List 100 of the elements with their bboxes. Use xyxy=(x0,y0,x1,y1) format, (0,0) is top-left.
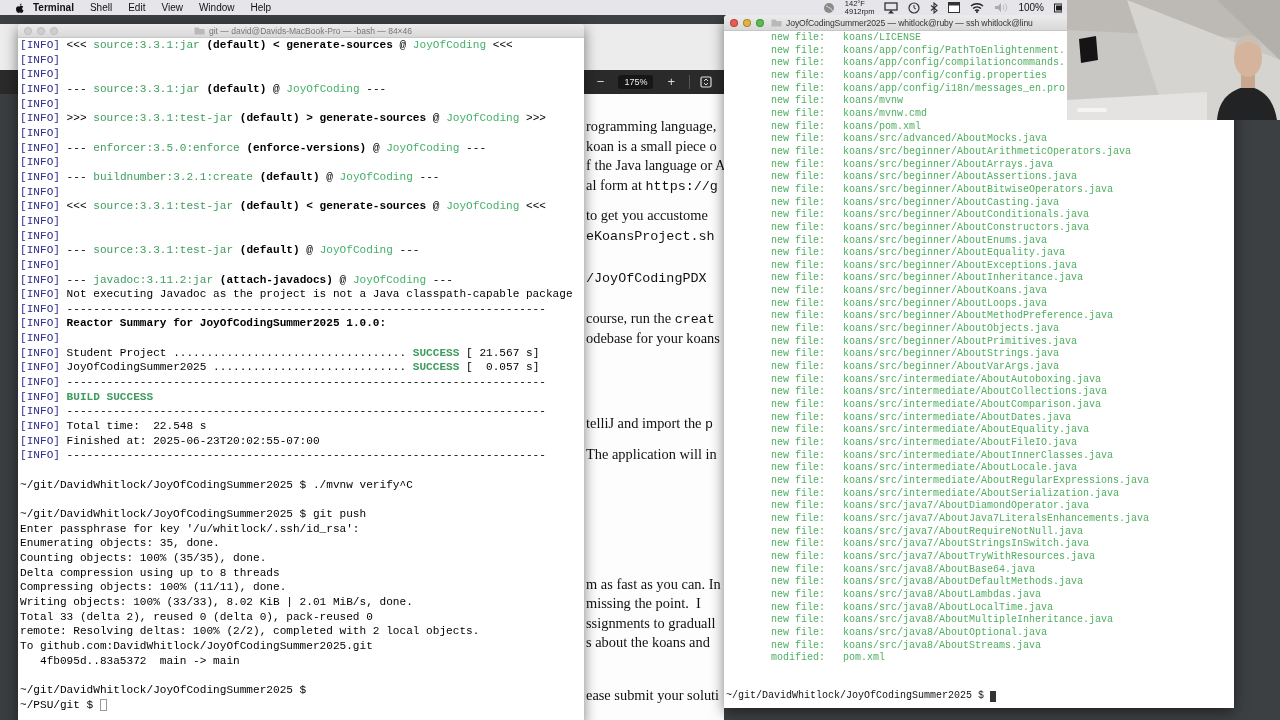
terminal-line: new file: koans/src/beginner/AboutArithmeticOperators.java xyxy=(771,145,1132,159)
terminal-line: remote: Resolving deltas: 100% (2/2), completed with 2 local objects. xyxy=(20,624,480,639)
airplay-icon xyxy=(884,1,899,14)
terminal-line: new file: koans/src/intermediate/AboutSerialization.java xyxy=(771,487,1120,500)
document-text-line: s about the koans and xyxy=(586,633,710,653)
menu-item[interactable]: Help xyxy=(242,0,280,15)
terminal-line: new file: koans/mvnw.cmd xyxy=(771,107,928,121)
terminal-line: [INFO] --- buildnumber:3.2.1:create (default) @ JoyOfCoding --- xyxy=(20,169,440,185)
terminal-line: new file: koans/src/intermediate/AboutEquality.java xyxy=(771,424,1090,437)
terminal-line: ~/git/DavidWhitlock/JoyOfCodingSummer2025 $ ./mvnw verify^C xyxy=(20,477,413,493)
terminal-line: new file: koans/src/beginner/AboutEnums.java xyxy=(771,234,1048,247)
terminal-line: new file: koans/src/java7/AboutStringsInSwitch.java xyxy=(771,538,1090,551)
document-text-line: to get you accustome xyxy=(586,206,708,226)
terminal-line: ~/git/DavidWhitlock/JoyOfCodingSummer2025 $ xyxy=(20,682,307,698)
document-text-line: eKoansProject.sh xyxy=(586,227,715,246)
terminal-line: [INFO] xyxy=(20,257,60,273)
terminal-line: new file: koans/src/beginner/AboutCasting.java xyxy=(771,196,1060,209)
terminal-line: new file: koans/src/beginner/AboutVarArgs.java xyxy=(771,361,1060,374)
terminal-line: new file: koans/src/java8/AboutDefaultMethods.java xyxy=(771,576,1084,589)
zoom-out-button[interactable]: − xyxy=(592,74,609,90)
terminal-line: new file: koans/src/beginner/AboutExceptions.java xyxy=(771,259,1078,272)
terminal-line: new file: koans/src/beginner/AboutObjects.java xyxy=(771,323,1060,336)
terminal-line: new file: koans/mvnw xyxy=(771,95,904,108)
terminal-line: new file: koans/src/intermediate/AboutFileIO.java xyxy=(771,437,1078,450)
apple-icon[interactable] xyxy=(14,1,25,14)
folder-icon xyxy=(194,26,205,35)
menu-item[interactable]: Edit xyxy=(120,0,154,15)
menu-item[interactable]: Window xyxy=(190,0,243,15)
folder-icon xyxy=(771,18,782,27)
document-text-line: odebase for your koans xyxy=(586,328,720,348)
terminal-line: new file: koans/app/config/config.properties xyxy=(771,69,1048,83)
terminal-line: new file: koans/src/beginner/AboutInheritance.java xyxy=(771,272,1084,285)
terminal-line: [INFO] --- enforcer:3.5.0:enforce (enforce-versions) @ JoyOfCoding --- xyxy=(20,140,487,156)
speaker-icon xyxy=(994,2,1009,13)
terminal-line: [INFO] BUILD SUCCESS xyxy=(20,389,154,405)
minimize-button[interactable] xyxy=(743,18,751,27)
terminal-line: new file: koans/src/beginner/AboutAssertions.java xyxy=(771,171,1078,184)
terminal-line: [INFO] Total time: 22.548 s xyxy=(20,419,207,434)
terminal-line: new file: koans/src/beginner/AboutStrings.java xyxy=(771,348,1060,361)
terminal-line: Total 33 (delta 2), reused 0 (delta 0), pack-reused 0 xyxy=(20,609,373,625)
terminal-line: [INFO] xyxy=(20,125,60,141)
terminal-line: [INFO] Finished at: 2025-06-23T20:02:55-07:00 xyxy=(20,433,320,449)
terminal-line: new file: koans/app/config/i18n/messages_en.pro xyxy=(771,82,1066,95)
terminal-line: new file: koans/src/intermediate/AboutCollections.java xyxy=(771,386,1108,399)
clock-icon xyxy=(908,1,921,14)
fit-page-icon[interactable] xyxy=(700,76,712,88)
battery-icon xyxy=(1054,2,1062,13)
terminal-line: new file: koans/src/beginner/AboutEquality.java xyxy=(771,247,1066,260)
document-text-line: ease submit your soluti xyxy=(586,685,720,705)
close-button[interactable] xyxy=(730,18,738,27)
terminal-line: [INFO] <<< source:3.3.1:test-jar (default) < generate-sources @ JoyOfCoding <<< xyxy=(20,199,546,214)
document-text-line: ssignments to graduall xyxy=(586,613,716,633)
window-title: JoyOfCodingSummer2025 — whitlock@ruby — ssh whitlock@linu xyxy=(786,17,1033,28)
terminal-line: new file: koans/src/java7/AboutJava7LiteralsEnhancements.java xyxy=(771,512,1150,526)
document-text-line: m as fast as you can. In xyxy=(586,574,721,594)
menu-item[interactable]: Terminal xyxy=(25,0,82,15)
terminal-line: Counting objects: 100% (35/35), done. xyxy=(20,550,267,566)
terminal-line: ~/git/DavidWhitlock/JoyOfCodingSummer2025 $ git push xyxy=(20,507,367,522)
terminal-line: new file: koans/src/java7/AboutDiamondOperator.java xyxy=(771,500,1090,513)
terminal-line: new file: koans/src/beginner/AboutPrimitives.java xyxy=(771,335,1078,348)
terminal-line: new file: koans/src/java7/AboutRequireNotNull.java xyxy=(771,525,1084,538)
terminal-line: new file: koans/src/beginner/AboutKoans.java xyxy=(771,285,1048,298)
terminal-line: Compressing objects: 100% (11/11), done. xyxy=(20,580,287,595)
terminal-line: new file: koans/pom.xml xyxy=(771,120,922,133)
terminal-line: new file: koans/src/beginner/AboutArrays.java xyxy=(771,158,1054,171)
battery-percent: 100% xyxy=(1018,2,1044,13)
terminal-line: new file: koans/src/intermediate/AboutComparison.java xyxy=(771,399,1102,412)
terminal-line: [INFO] xyxy=(20,155,60,170)
terminal-line: Delta compression using up to 8 threads xyxy=(20,565,280,581)
terminal-line: [INFO] ------------------------------------------------------------------------ xyxy=(20,404,546,420)
terminal-line: Enter passphrase for key '/u/whitlock/.ssh/id_rsa': xyxy=(20,521,360,537)
zoom-button[interactable] xyxy=(756,18,764,27)
terminal-line: new file: koans/src/java8/AboutBase64.java xyxy=(771,563,1036,576)
zoom-level[interactable]: 175% xyxy=(618,75,654,89)
terminal-line: [INFO] xyxy=(20,213,60,229)
terminal-line: [INFO] xyxy=(20,331,60,346)
terminal-line: [INFO] xyxy=(20,96,60,112)
terminal-line: [INFO] >>> source:3.3.1:test-jar (default) > generate-sources @ JoyOfCoding >>> xyxy=(20,111,546,126)
document-text-line: al form at https://g xyxy=(586,175,718,196)
menu-item[interactable]: Shell xyxy=(81,0,121,15)
terminal-line: new file: koans/src/java8/AboutLocalTime.java xyxy=(771,601,1054,614)
terminal-line: new file: koans/app/config/PathToEnlightenment. xyxy=(771,44,1066,57)
terminal-line: [INFO] xyxy=(20,67,60,82)
terminal-line: new file: koans/src/java7/AboutTryWithResources.java xyxy=(771,550,1096,564)
terminal-line: ~/PSU/git $ xyxy=(20,697,95,713)
terminal-line: 4fb095d..83a5372 main -> main xyxy=(38,653,240,669)
terminal-line: new file: koans/src/intermediate/AboutRegularExpressions.java xyxy=(771,474,1150,488)
terminal-line: [INFO] ------------------------------------------------------------------------ xyxy=(20,301,546,317)
terminal-line: new file: koans/src/beginner/AboutLoops.java xyxy=(771,297,1048,310)
bluetooth-icon xyxy=(930,1,939,14)
terminal-line: [INFO] --- javadoc:3.11.2:jar (attach-javadocs) @ JoyOfCoding --- xyxy=(20,272,453,288)
zoom-in-button[interactable]: + xyxy=(663,74,679,90)
terminal-line: new file: koans/src/java8/AboutLambdas.java xyxy=(771,588,1042,602)
terminal-line: new file: koans/src/advanced/AboutMocks.java xyxy=(771,133,1048,146)
terminal-line: new file: koans/src/intermediate/AboutLocale.java xyxy=(771,462,1078,475)
menu-item[interactable]: View xyxy=(153,0,191,15)
terminal-line: new file: koans/src/java8/AboutStreams.java xyxy=(771,639,1042,652)
terminal-line: new file: koans/src/java8/AboutMultipleInheritance.java xyxy=(771,614,1114,627)
terminal-line: [INFO] JoyOfCodingSummer2025 ............................. SUCCESS [ 0.057 s] xyxy=(20,360,540,376)
document-text-line: telliJ and import the p xyxy=(586,414,714,434)
